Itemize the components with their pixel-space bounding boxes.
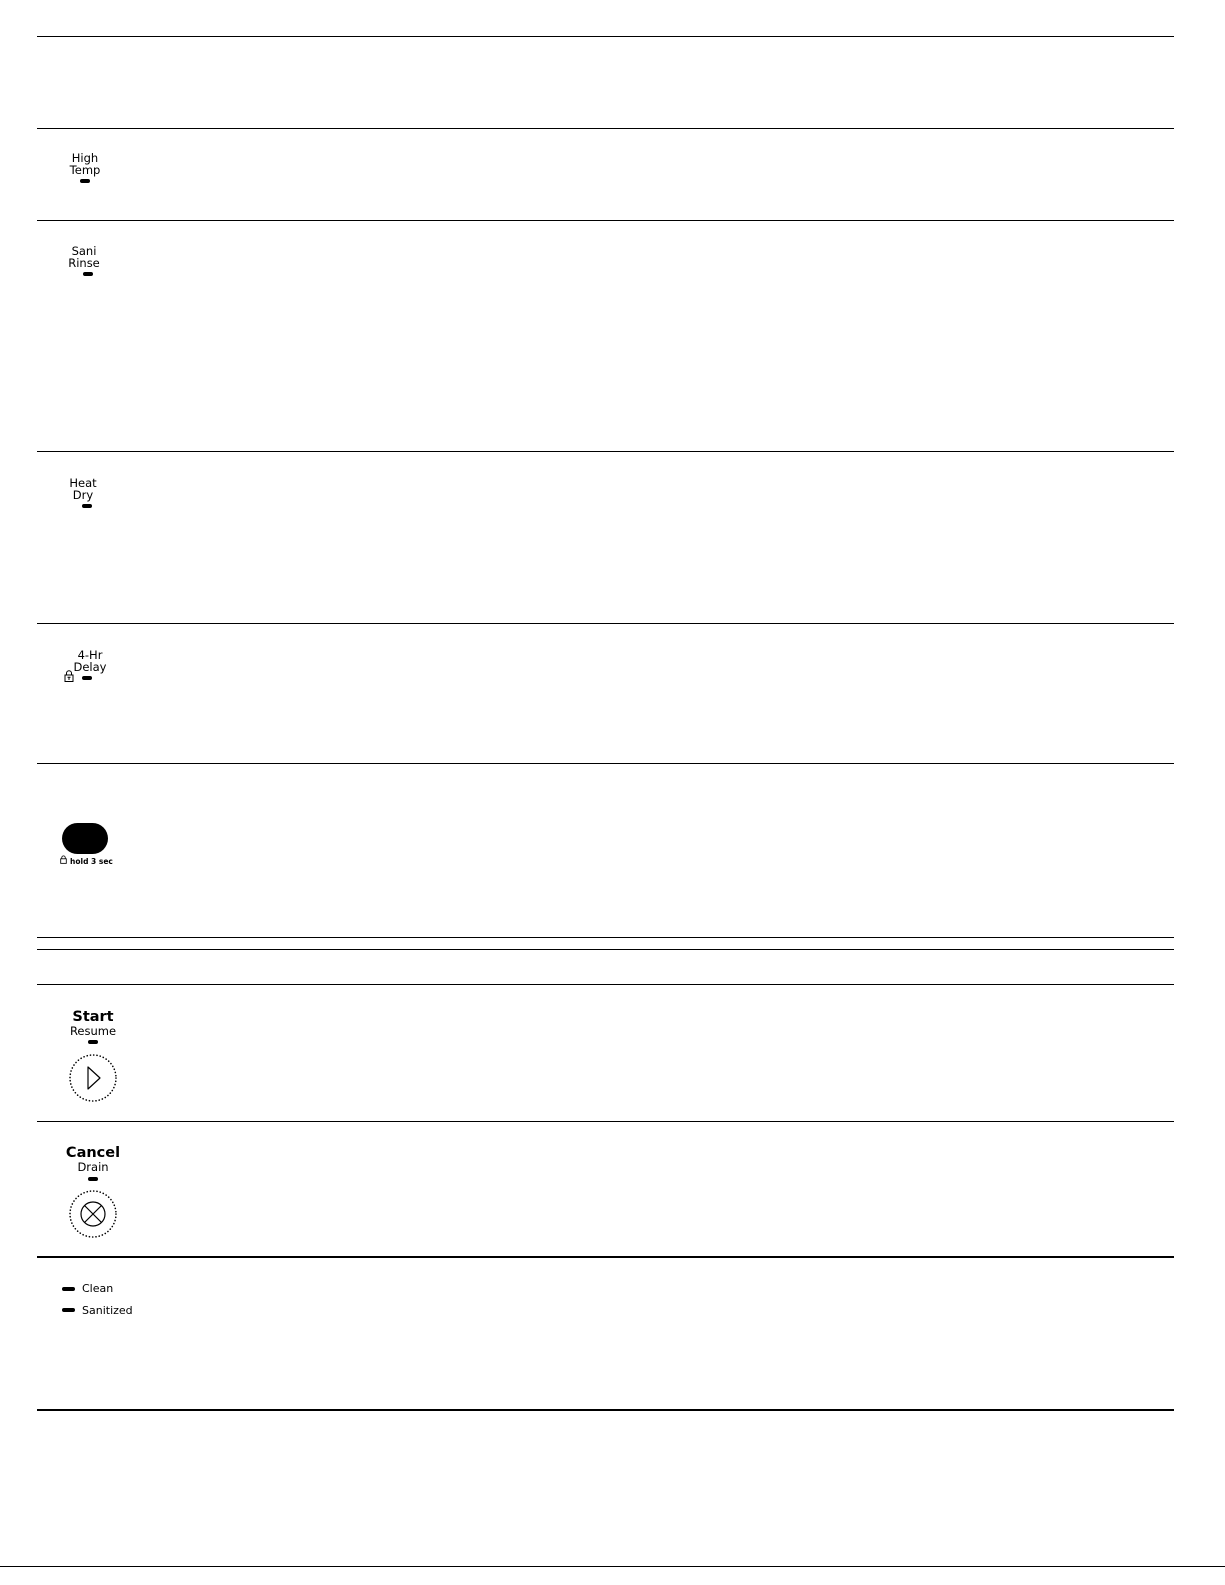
divider bbox=[37, 220, 1174, 221]
sani-rinse-indicator-light bbox=[83, 272, 93, 276]
sani-rinse-label: Sani Rinse bbox=[68, 244, 100, 270]
clean-label: Clean bbox=[82, 1282, 114, 1295]
divider bbox=[37, 36, 1174, 37]
divider bbox=[37, 1409, 1174, 1411]
divider bbox=[37, 937, 1174, 938]
lock-icon bbox=[64, 670, 74, 682]
play-icon[interactable] bbox=[68, 1053, 118, 1103]
sanitized-label: Sanitized bbox=[82, 1304, 133, 1317]
lock-icon bbox=[60, 855, 67, 864]
close-x-icon[interactable] bbox=[68, 1189, 118, 1239]
divider bbox=[37, 1256, 1174, 1258]
clean-indicator-light bbox=[62, 1287, 75, 1291]
high-temp-label: High Temp bbox=[69, 151, 101, 177]
divider bbox=[37, 1121, 1174, 1122]
start-title: Start bbox=[72, 1009, 114, 1025]
sanitized-indicator-light bbox=[62, 1308, 75, 1312]
divider bbox=[37, 128, 1174, 129]
heat-dry-label: Heat Dry bbox=[69, 476, 97, 502]
divider bbox=[37, 623, 1174, 624]
start-indicator-light bbox=[88, 1040, 98, 1044]
control-lock-button[interactable] bbox=[62, 823, 108, 854]
divider bbox=[37, 949, 1174, 950]
resume-label: Resume bbox=[69, 1024, 117, 1038]
hold-3-sec-label: hold 3 sec bbox=[70, 857, 113, 866]
high-temp-indicator-light bbox=[80, 179, 90, 183]
divider bbox=[37, 451, 1174, 452]
delay-indicator-light bbox=[82, 676, 92, 680]
heat-dry-indicator-light bbox=[82, 504, 92, 508]
drain-label: Drain bbox=[77, 1160, 109, 1174]
cancel-title: Cancel bbox=[65, 1145, 121, 1161]
divider bbox=[37, 984, 1174, 985]
divider bbox=[0, 1566, 1225, 1567]
cancel-indicator-light bbox=[88, 1177, 98, 1181]
divider bbox=[37, 763, 1174, 764]
